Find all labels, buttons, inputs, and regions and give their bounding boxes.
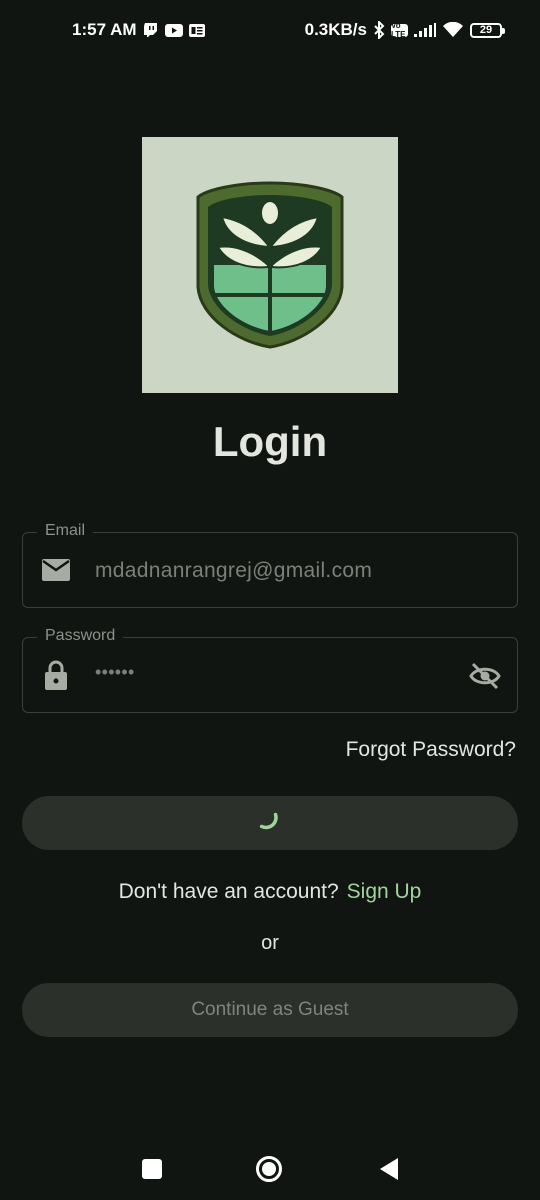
back-icon[interactable] — [374, 1154, 404, 1184]
password-label: Password — [37, 627, 124, 645]
continue-as-guest-button[interactable]: Continue as Guest — [22, 983, 518, 1037]
app-logo — [142, 137, 398, 393]
login-button[interactable] — [22, 796, 518, 850]
home-icon[interactable] — [254, 1154, 284, 1184]
password-input[interactable]: •••••• — [95, 662, 135, 683]
signal-icon — [414, 23, 436, 37]
wifi-icon — [442, 22, 464, 38]
signup-row: Don't have an account? Sign Up — [0, 880, 540, 904]
shield-leaf-icon — [196, 181, 344, 349]
system-nav-bar — [0, 1140, 540, 1200]
or-divider: or — [261, 932, 279, 954]
page-title: Login — [212, 418, 328, 465]
status-bar: 1:57 AM 0.3KB/s Vo LTE 29 — [0, 0, 540, 60]
signup-prompt: Don't have an account? — [118, 880, 339, 903]
forgot-password-link[interactable]: Forgot Password? — [346, 738, 516, 762]
recents-icon[interactable] — [137, 1154, 167, 1184]
volte-icon: Vo LTE — [391, 21, 408, 39]
lock-icon — [41, 660, 71, 690]
email-label: Email — [37, 522, 94, 540]
loading-spinner-icon — [258, 809, 282, 838]
status-time: 1:57 AM — [72, 20, 137, 39]
net-speed: 0.3KB/s — [304, 20, 367, 39]
status-left: 1:57 AM — [72, 20, 205, 40]
youtube-icon — [164, 23, 183, 37]
status-right: 0.3KB/s Vo LTE 29 — [304, 20, 505, 40]
twitch-icon — [143, 22, 159, 38]
battery-icon: 29 — [470, 22, 505, 38]
signup-link[interactable]: Sign Up — [347, 880, 422, 903]
news-icon — [188, 23, 205, 37]
bluetooth-icon — [373, 21, 385, 39]
visibility-off-icon[interactable] — [469, 660, 501, 692]
email-field[interactable]: Email mdadnanrangrej@gmail.com — [22, 522, 518, 608]
password-field[interactable]: Password •••••• — [22, 627, 518, 713]
email-input[interactable]: mdadnanrangrej@gmail.com — [95, 559, 372, 583]
mail-icon — [41, 555, 71, 585]
